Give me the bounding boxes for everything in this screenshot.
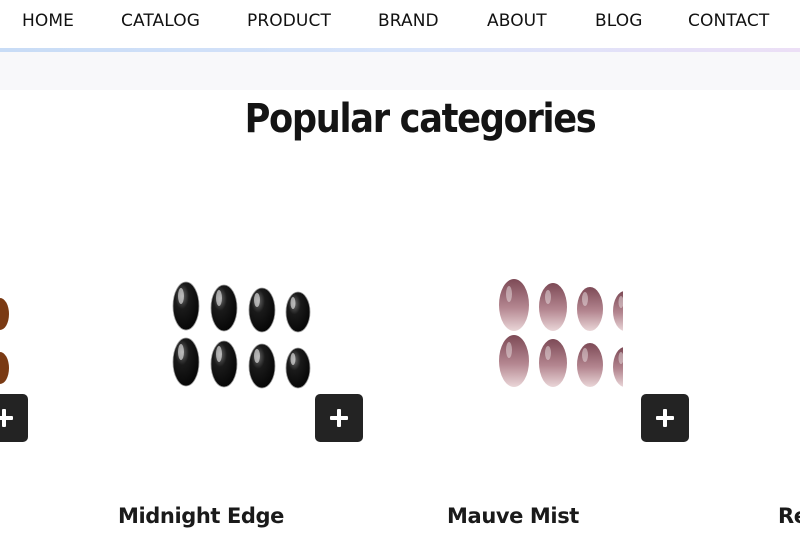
nav-blog[interactable]: BLOG <box>595 11 642 31</box>
nav-contact[interactable]: CONTACT <box>688 11 769 31</box>
add-to-cart-button[interactable] <box>0 394 28 442</box>
add-to-cart-button[interactable] <box>641 394 689 442</box>
product-name: Re <box>778 504 800 528</box>
product-card <box>0 270 60 533</box>
product-card: Midnight Edge <box>91 270 363 533</box>
page: HOME CATALOG PRODUCT BRAND ABOUT BLOG CO… <box>0 0 800 533</box>
nav-product[interactable]: PRODUCT <box>247 11 331 31</box>
product-name: Midnight Edge <box>117 504 285 528</box>
top-navigation: HOME CATALOG PRODUCT BRAND ABOUT BLOG CO… <box>0 0 800 48</box>
black-nails-image[interactable] <box>91 270 311 400</box>
header-band <box>0 52 800 90</box>
nav-catalog[interactable]: CATALOG <box>121 11 200 31</box>
nav-home[interactable]: HOME <box>22 11 74 31</box>
section-title: Popular categories <box>244 96 597 142</box>
mauve-nails-image[interactable] <box>403 270 623 400</box>
brown-nails-image[interactable] <box>0 270 60 400</box>
product-card: Re <box>778 270 800 533</box>
nav-brand[interactable]: BRAND <box>378 11 439 31</box>
product-name: Mauve Mist <box>447 504 579 528</box>
nav-about[interactable]: ABOUT <box>487 11 547 31</box>
add-to-cart-button[interactable] <box>315 394 363 442</box>
product-card: Mauve Mist <box>403 270 689 533</box>
